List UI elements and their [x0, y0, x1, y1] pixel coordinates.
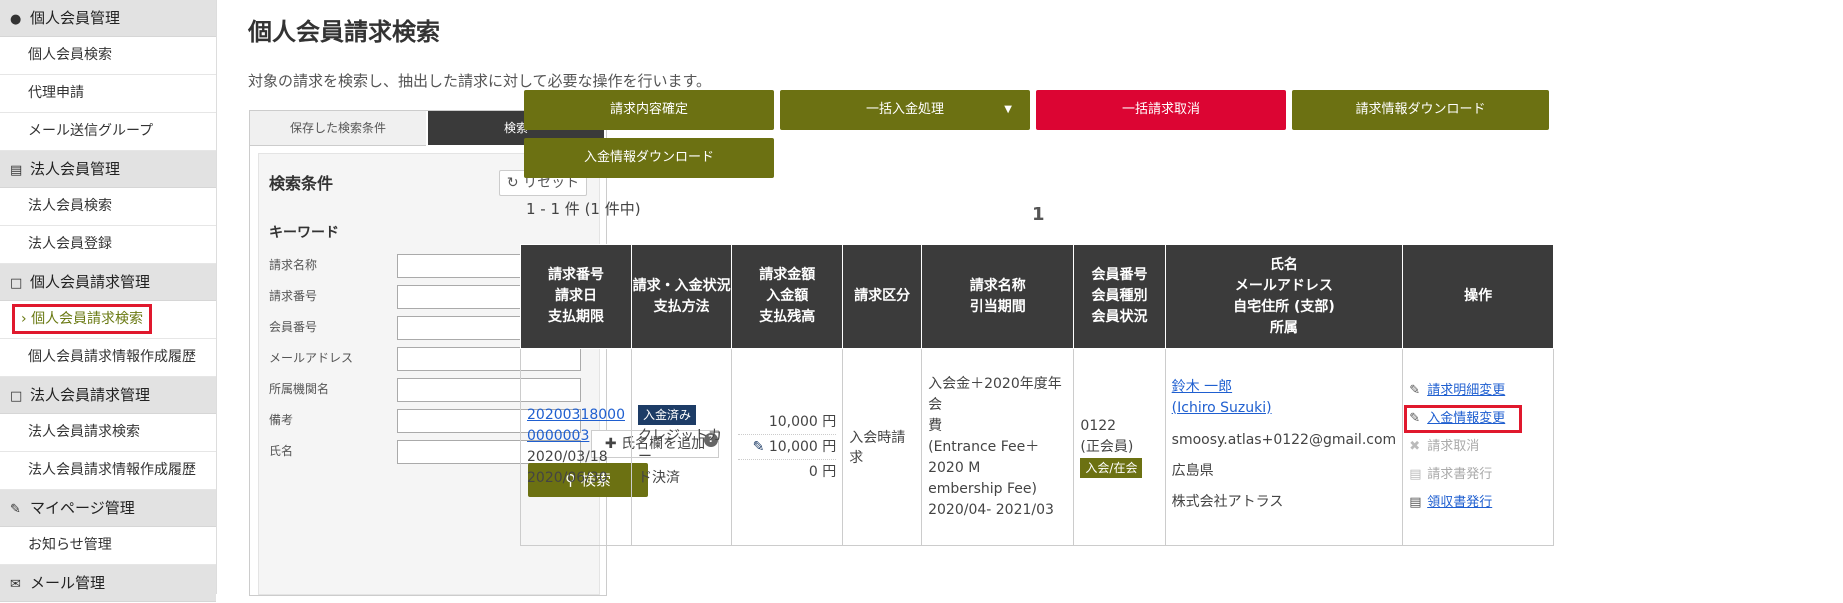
cell-amount: 10,000 円 ✎ 10,000 円 0 円 [731, 348, 844, 546]
section-corporate-member[interactable]: ▤ 法人会員管理 [0, 151, 216, 188]
col-amount: 請求金額 入金額 支払残高 [731, 244, 844, 349]
person-name-link[interactable]: 鈴木 一郎 (Ichiro Suzuki) [1172, 377, 1397, 419]
sidebar-item-corporate-billing-history[interactable]: 法人会員請求情報作成履歴 [0, 452, 216, 490]
person-address: 広島県 [1171, 462, 1214, 479]
cell-member: 0122 (正会員) 入会/在会 [1073, 348, 1166, 546]
person-affiliation: 株式会社アトラス [1171, 493, 1284, 510]
download-payment-button[interactable]: 入金情報ダウンロード [524, 138, 774, 178]
section-personal-billing[interactable]: □ 個人会員請求管理 [0, 264, 216, 301]
pencil-icon: ✎ [1409, 411, 1421, 426]
pagination-current-page[interactable]: 1 [1032, 204, 1045, 225]
cell-category: 入会時請求 [842, 348, 923, 546]
amount-billed: 10,000 円 [738, 410, 837, 435]
op-cancel: ✖ 請求取消 [1409, 433, 1547, 461]
page-title: 個人会員請求検索 [248, 18, 440, 46]
document-icon: ▤ [1409, 495, 1422, 510]
op-issue-invoice: ▤ 請求書発行 [1409, 461, 1547, 489]
document-icon: □ [10, 389, 23, 404]
col-member: 会員番号 会員種別 会員状況 [1073, 244, 1166, 349]
op-edit-detail[interactable]: ✎ 請求明細変更 [1409, 377, 1547, 405]
section-personal-member[interactable]: ● 個人会員管理 [0, 0, 216, 37]
sidebar-item-personal-billing-search[interactable]: › 個人会員請求検索 [0, 301, 216, 339]
status-badge: 入金済み [637, 405, 696, 425]
sidebar-item-personal-search[interactable]: 個人会員検索 [0, 37, 216, 75]
field-label: 氏名 [269, 444, 294, 458]
op-issue-receipt[interactable]: ▤ 領収書発行 [1409, 489, 1547, 517]
field-label: メールアドレス [269, 351, 354, 365]
person-icon: ● [10, 12, 22, 27]
op-edit-payment[interactable]: ✎ 入金情報変更 [1404, 405, 1523, 433]
cell-person: 鈴木 一郎 (Ichiro Suzuki) smoosy.atlas+0122@g… [1164, 348, 1404, 546]
col-person: 氏名 メールアドレス 自宅住所 (支部) 所属 [1164, 244, 1404, 349]
bulk-payment-button[interactable]: 一括入金処理 ▼ [780, 90, 1030, 130]
caret-down-icon: ▼ [1004, 104, 1012, 115]
pen-icon: ✎ [10, 502, 21, 517]
building-icon: ▤ [10, 163, 23, 178]
cell-operations: ✎ 請求明細変更 ✎ 入金情報変更 ✖ 請求取消 ▤ 請求書発行 ▤ 領収書発行 [1402, 348, 1554, 546]
reset-icon: ↻ [506, 175, 519, 191]
confirm-billing-button[interactable]: 請求内容確定 [524, 90, 774, 130]
section-mail[interactable]: ✉ メール管理 [0, 565, 216, 602]
field-label: 会員番号 [269, 320, 318, 334]
sidebar-item-mail-group[interactable]: メール送信グループ [0, 113, 216, 151]
sidebar-item-personal-billing-history[interactable]: 個人会員請求情報作成履歴 [0, 339, 216, 377]
sidebar-item-corporate-search[interactable]: 法人会員検索 [0, 188, 216, 226]
section-corporate-billing[interactable]: □ 法人会員請求管理 [0, 377, 216, 414]
cell-billing-number: 20200318000 0000003 2020/03/18 2020/06/30 [520, 348, 632, 546]
col-billing-number: 請求番号 請求日 支払期限 [520, 244, 632, 349]
active-highlight: › 個人会員請求検索 [12, 304, 153, 334]
page-description: 対象の請求を検索し、抽出した請求に対して必要な操作を行います。 [248, 72, 712, 90]
download-billing-button[interactable]: 請求情報ダウンロード [1292, 90, 1549, 130]
pencil-icon: ✎ [1409, 383, 1421, 398]
pencil-icon[interactable]: ✎ [753, 439, 765, 455]
cell-billing-name: 入会金＋2020年度年会 費 (Entrance Fee＋2020 M embe… [921, 348, 1075, 546]
due-date: 2020/06/30 [527, 470, 608, 486]
col-operations: 操作 [1402, 244, 1554, 349]
col-category: 請求区分 [842, 244, 923, 349]
field-label: 備考 [269, 413, 294, 427]
conditions-title: 検索条件 [269, 174, 334, 193]
billing-date: 2020/03/18 [527, 449, 608, 465]
section-mypage[interactable]: ✎ マイページ管理 [0, 490, 216, 527]
document-icon: ▤ [1409, 467, 1422, 482]
sidebar-item-proxy-application[interactable]: 代理申請 [0, 75, 216, 113]
cell-status: 入金済み クレジットカー ド決済 [630, 348, 733, 546]
member-status-badge: 入会/在会 [1080, 457, 1143, 478]
result-count: 1 - 1 件 (1 件中) [526, 200, 641, 218]
table-header-row: 請求番号 請求日 支払期限 請求・入金状況 支払方法 請求金額 入金額 支払残高 請求区分… [520, 244, 1554, 349]
sidebar-item-corporate-register[interactable]: 法人会員登録 [0, 226, 216, 264]
balance: 0 円 [808, 464, 837, 480]
mail-icon: ✉ [10, 577, 21, 592]
document-icon: □ [10, 276, 23, 291]
sidebar: ● 個人会員管理 個人会員検索 代理申請 メール送信グループ ▤ 法人会員管理 法人… [0, 0, 217, 602]
bulk-cancel-button[interactable]: 一括請求取消 [1036, 90, 1286, 130]
tab-saved-conditions[interactable]: 保存した検索条件 [250, 111, 426, 146]
close-icon: ✖ [1409, 439, 1421, 454]
field-label: 所属機関名 [269, 382, 330, 396]
amount-paid: ✎ 10,000 円 [738, 435, 837, 460]
field-label: 請求番号 [269, 289, 318, 303]
keyword-label: キーワード [269, 225, 339, 241]
col-status: 請求・入金状況 支払方法 [630, 244, 733, 349]
billing-number-link[interactable]: 20200318000 0000003 [527, 405, 625, 447]
field-label: 請求名称 [269, 258, 318, 272]
col-billing-name: 請求名称 引当期間 [921, 244, 1075, 349]
sidebar-item-notices[interactable]: お知らせ管理 [0, 527, 216, 565]
results-table: 請求番号 請求日 支払期限 請求・入金状況 支払方法 請求金額 入金額 支払残高 請求区分… [520, 244, 1554, 546]
sidebar-item-corporate-billing-search[interactable]: 法人会員請求検索 [0, 414, 216, 452]
table-row: 20200318000 0000003 2020/03/18 2020/06/30… [520, 348, 1554, 546]
person-email: smoosy.atlas+0122@gmail.com [1171, 431, 1397, 448]
